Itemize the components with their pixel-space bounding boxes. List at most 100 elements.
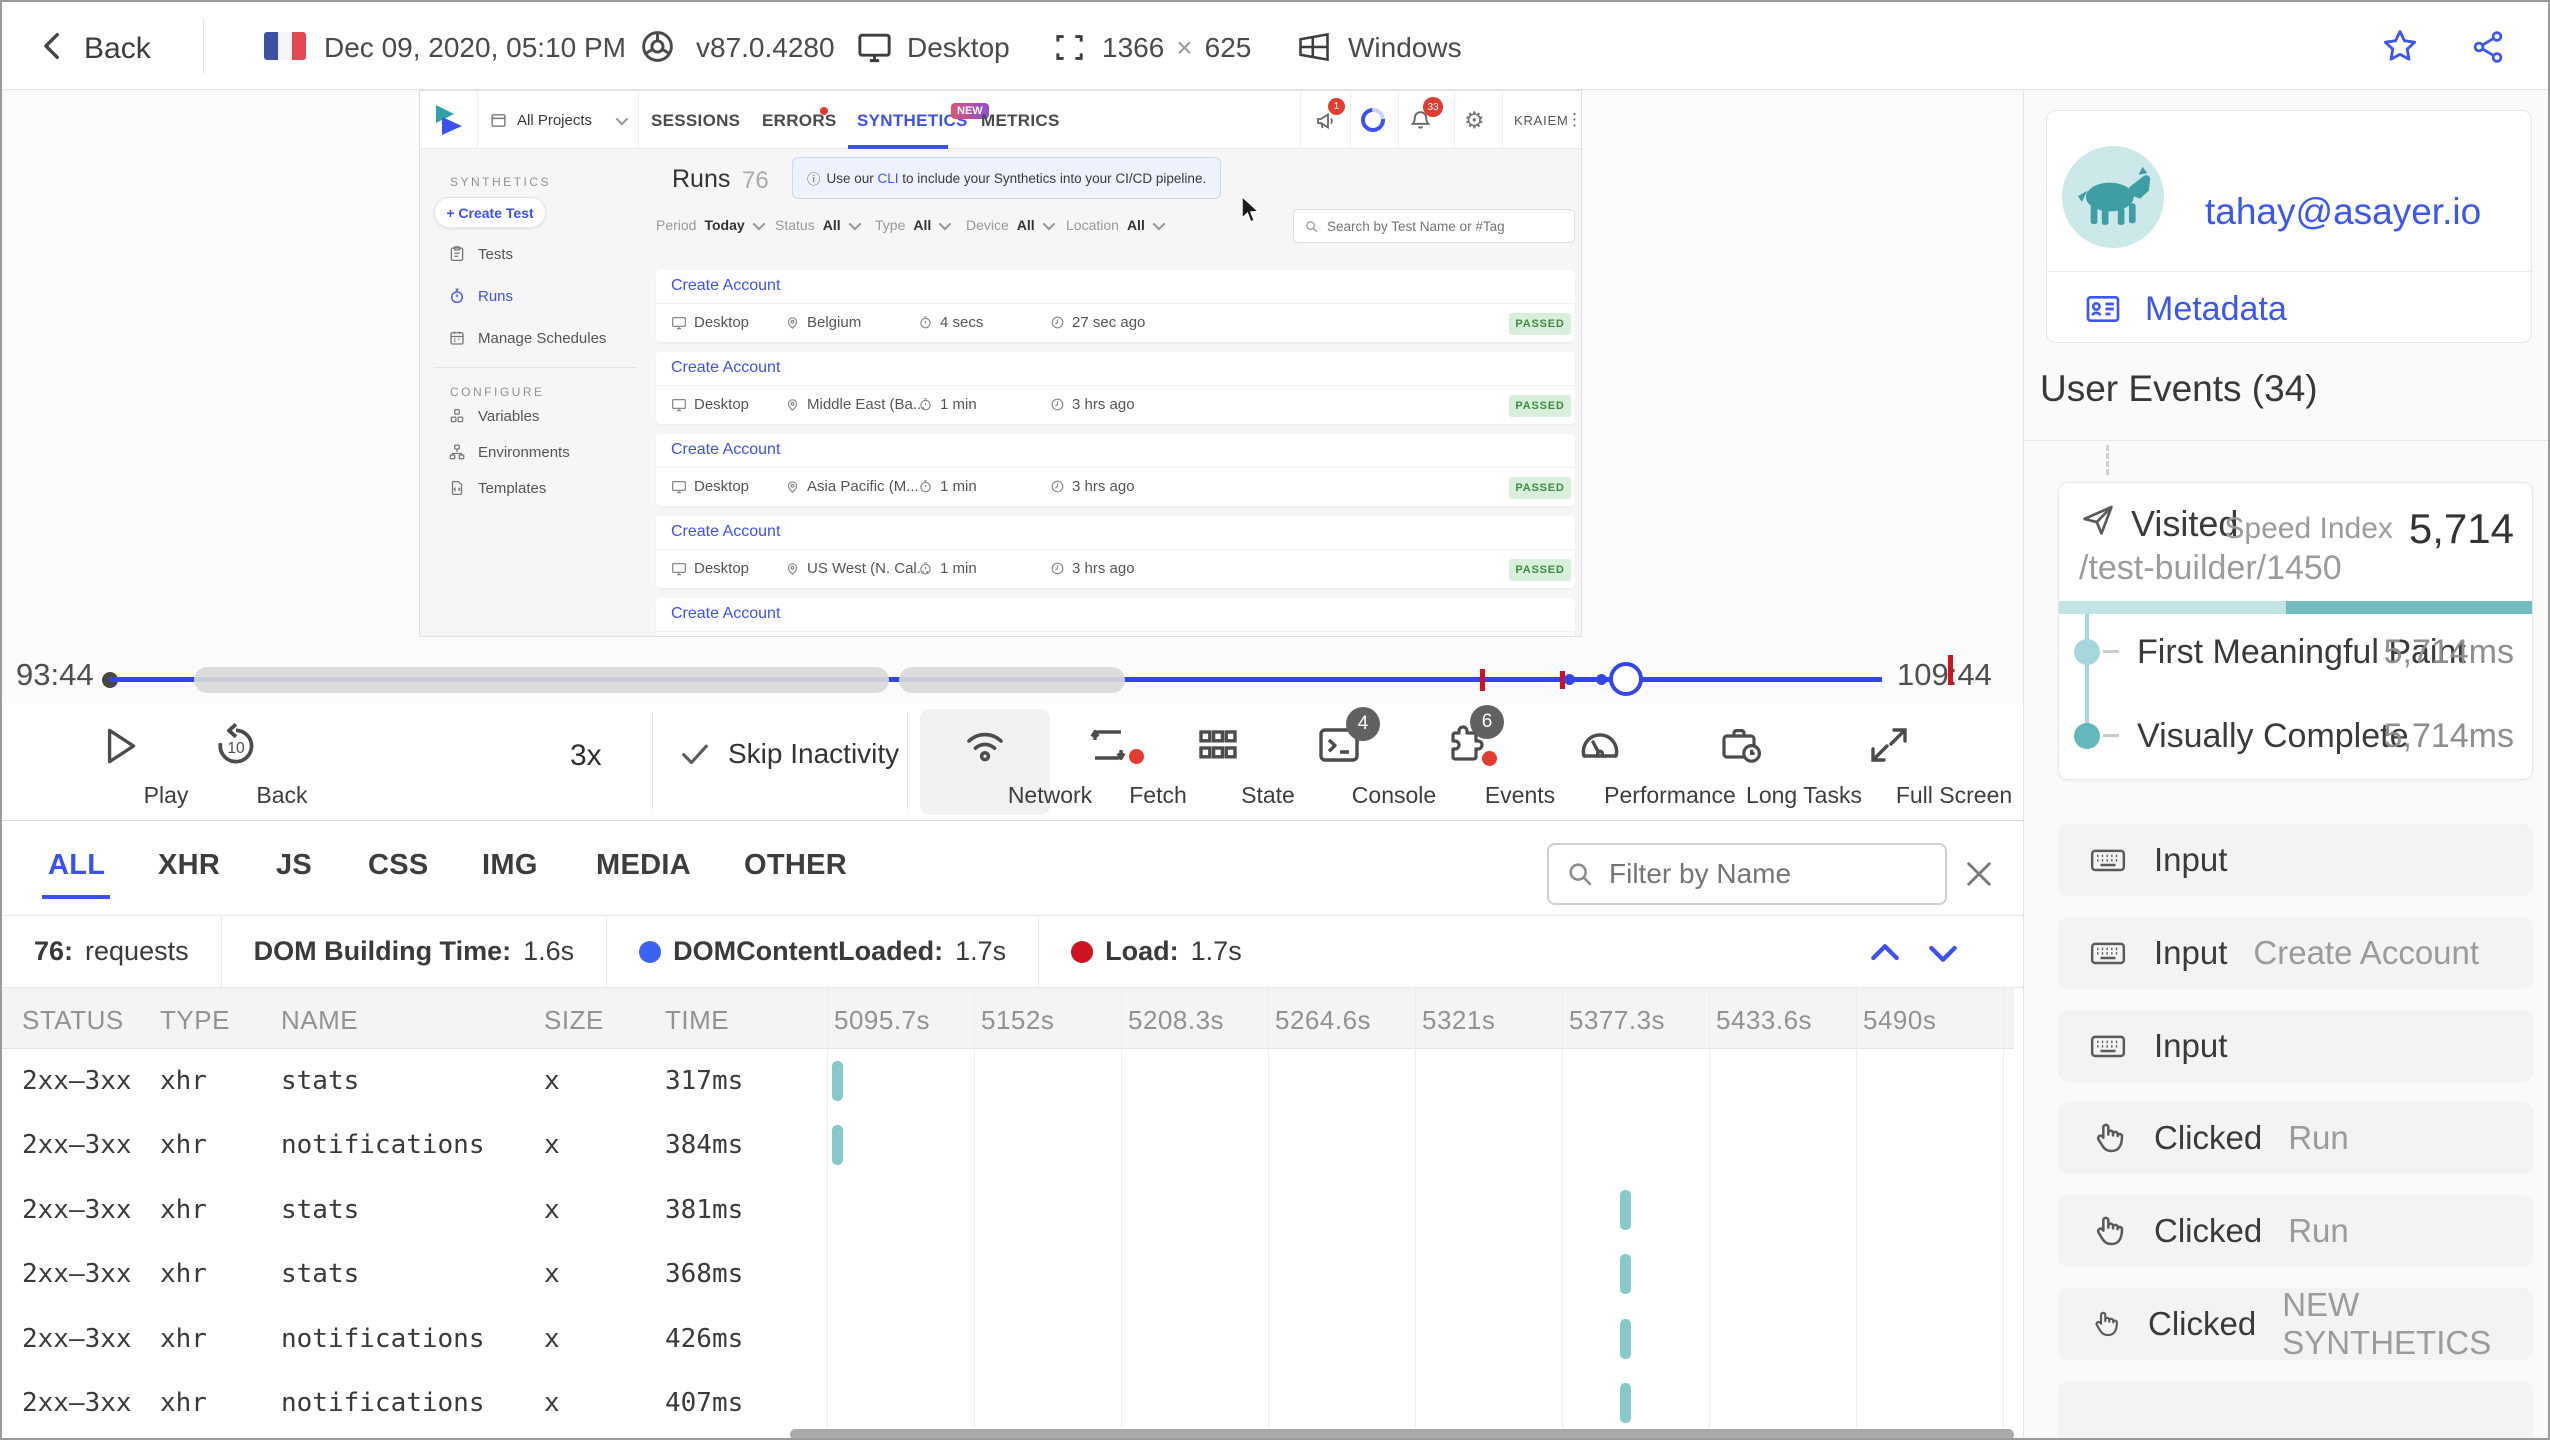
banner-text: Use our xyxy=(826,170,878,186)
sidebar-item-templates[interactable]: Templates xyxy=(448,479,546,497)
run-row[interactable]: Create Account Desktop Asia Pacific (M..… xyxy=(656,434,1575,506)
run-name-link[interactable]: Create Account xyxy=(671,441,780,459)
run-row[interactable]: Create Account Desktop Middle East (Ba..… xyxy=(656,352,1575,424)
settings-gear-icon[interactable]: ⚙ xyxy=(1464,107,1485,134)
app-sidebar-section-configure: CONFIGURE xyxy=(450,385,545,399)
event-item-click[interactable]: Clicked Run xyxy=(2058,1102,2533,1174)
tab-sessions[interactable]: SESSIONS xyxy=(651,111,740,131)
project-selector[interactable]: All Projects xyxy=(490,91,629,149)
metadata-button[interactable]: Metadata xyxy=(2083,289,2287,329)
network-filter-box[interactable] xyxy=(1547,843,1947,905)
network-panel-button[interactable]: Network xyxy=(920,709,1092,815)
horizontal-scrollbar[interactable] xyxy=(790,1429,2014,1438)
run-row[interactable]: Create Account Desktop US West (N. Cal..… xyxy=(656,516,1575,588)
prev-event-button[interactable] xyxy=(1864,933,1906,973)
network-request-row[interactable]: 2xx–3xx xhr stats x 381ms xyxy=(2,1178,2014,1242)
network-filter-input[interactable] xyxy=(1609,858,1929,890)
event-item-input[interactable]: Input xyxy=(2058,1010,2533,1082)
tab-metrics[interactable]: METRICS xyxy=(981,111,1060,131)
duration-icon xyxy=(920,316,931,329)
filter-type[interactable]: Type All xyxy=(875,217,952,233)
network-request-row[interactable]: 2xx–3xx xhr notifications x 426ms xyxy=(2,1307,2014,1371)
back-button[interactable]: Back xyxy=(84,32,151,66)
playback-speed-button[interactable]: 3x xyxy=(570,739,602,773)
create-test-button[interactable]: + Create Test xyxy=(434,197,546,228)
hyena-icon xyxy=(2077,166,2151,225)
chevron-down-icon xyxy=(848,217,861,230)
event-item-click[interactable]: Clicked Run xyxy=(2058,1195,2533,1267)
event-item-input[interactable]: Input Create Account xyxy=(2058,917,2533,989)
test-search-input[interactable] xyxy=(1327,218,1557,234)
sidebar-item-runs[interactable]: Runs xyxy=(448,287,513,305)
visited-event-card[interactable]: Visited Speed Index 5,714 /test-builder/… xyxy=(2058,482,2533,780)
close-panel-icon[interactable] xyxy=(1960,855,1998,893)
next-event-button[interactable] xyxy=(1922,933,1964,973)
more-options-icon[interactable]: ⋮ xyxy=(1566,110,1581,130)
playback-timeline[interactable]: 93:44 109:44 xyxy=(2,647,2023,703)
chevron-down-icon xyxy=(752,217,765,230)
state-panel-button[interactable]: State xyxy=(1168,709,1295,815)
share-icon[interactable] xyxy=(2470,29,2506,65)
clock-icon xyxy=(1051,316,1064,329)
monitor-icon xyxy=(672,562,686,575)
cubes-icon xyxy=(450,408,464,423)
waterfall-bar xyxy=(832,1061,843,1101)
status-badge: PASSED xyxy=(1509,395,1571,417)
run-name-link[interactable]: Create Account xyxy=(671,523,780,541)
fetch-panel-button[interactable]: Fetch xyxy=(1058,709,1187,815)
skip-inactivity-toggle[interactable]: Skip Inactivity xyxy=(678,737,899,771)
play-button[interactable]: Play xyxy=(74,709,188,815)
console-panel-button[interactable]: 4 Console xyxy=(1284,707,1436,815)
event-item-input[interactable]: Input xyxy=(2058,824,2533,896)
test-search-box[interactable] xyxy=(1293,209,1575,243)
filter-device[interactable]: Device All xyxy=(966,217,1055,233)
replayed-app-screen: All Projects SESSIONS ERRORS SYNTHETICS … xyxy=(419,90,1582,637)
network-request-row[interactable]: 2xx–3xx xhr stats x 368ms xyxy=(2,1242,2014,1306)
network-request-row[interactable]: 2xx–3xx xhr notifications x 384ms xyxy=(2,1113,2014,1177)
sidebar-item-manage-schedules[interactable]: Manage Schedules xyxy=(448,329,606,347)
back-10s-button[interactable]: 10 Back xyxy=(190,709,308,815)
replay-player: All Projects SESSIONS ERRORS SYNTHETICS … xyxy=(2,90,2023,820)
back-chevron-icon[interactable] xyxy=(36,29,70,63)
run-name-link[interactable]: Create Account xyxy=(671,605,780,623)
project-selector-value: All Projects xyxy=(517,111,593,129)
run-row[interactable]: Create Account Desktop Belgium 4 secs 27… xyxy=(656,270,1575,342)
full-screen-button[interactable]: Full Screen xyxy=(1824,709,2012,815)
event-item-partial[interactable] xyxy=(2058,1381,2533,1438)
run-name-link[interactable]: Create Account xyxy=(671,277,780,295)
keyboard-icon xyxy=(2090,849,2126,872)
tab-all[interactable]: ALL xyxy=(48,849,105,882)
network-request-row[interactable]: 2xx–3xx xhr stats x 317ms xyxy=(2,1049,2014,1113)
chevron-down-icon xyxy=(938,217,952,230)
run-duration: 1 min xyxy=(940,478,977,495)
tab-img[interactable]: IMG xyxy=(482,849,538,882)
dom-content-loaded: DOMContentLoaded: 1.7s xyxy=(607,936,1038,967)
long-tasks-panel-button[interactable]: Long Tasks xyxy=(1680,709,1862,815)
tab-js[interactable]: JS xyxy=(276,849,312,882)
col-t5: 5377.3s xyxy=(1569,1005,1666,1035)
favorite-star-icon[interactable] xyxy=(2380,26,2420,66)
filter-status[interactable]: Status All xyxy=(775,217,861,233)
performance-panel-button[interactable]: Performance xyxy=(1530,709,1736,815)
keyboard-icon xyxy=(2090,942,2126,965)
event-item-click[interactable]: Clicked NEW SYNTHETICS xyxy=(2058,1286,2533,1361)
events-panel-button[interactable]: 6 Events xyxy=(1410,705,1555,815)
tab-xhr[interactable]: XHR xyxy=(158,849,220,882)
filter-period[interactable]: Period Today xyxy=(656,217,765,233)
sidebar-item-variables[interactable]: Variables xyxy=(448,407,539,425)
cli-link[interactable]: CLI xyxy=(878,171,899,186)
run-row[interactable]: Create Account xyxy=(656,598,1575,636)
tab-other[interactable]: OTHER xyxy=(744,849,847,882)
sidebar-item-environments[interactable]: Environments xyxy=(448,443,570,461)
sidebar-item-tests[interactable]: Tests xyxy=(448,245,513,263)
location-pin-icon xyxy=(787,399,798,411)
user-menu[interactable]: KRAIEM xyxy=(1514,113,1569,128)
tab-css[interactable]: CSS xyxy=(368,849,429,882)
tab-media[interactable]: MEDIA xyxy=(596,849,691,882)
playhead-handle[interactable] xyxy=(1609,662,1643,696)
run-name-link[interactable]: Create Account xyxy=(671,359,780,377)
events-error-dot xyxy=(1482,751,1497,766)
user-email-link[interactable]: tahay@asayer.io xyxy=(2205,191,2481,233)
network-request-row[interactable]: 2xx–3xx xhr notifications x 407ms xyxy=(2,1371,2014,1435)
filter-location[interactable]: Location All xyxy=(1066,217,1166,233)
